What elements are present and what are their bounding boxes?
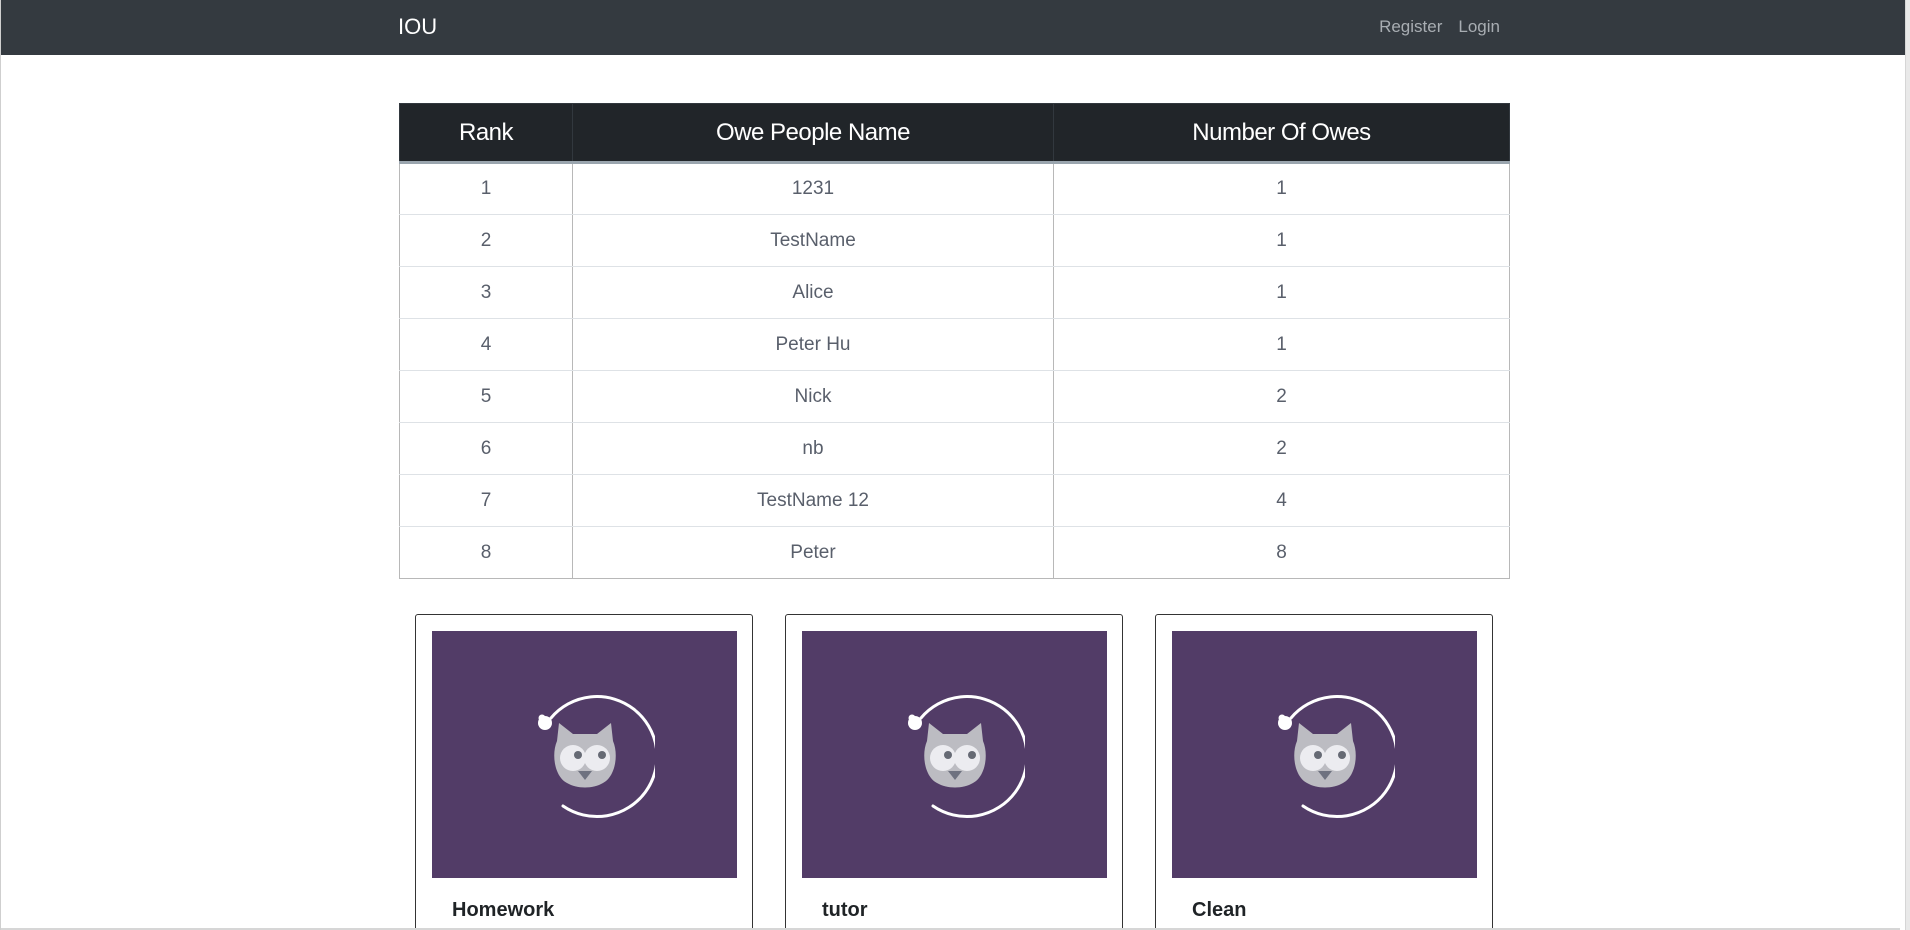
favor-card-tutor[interactable]: tutor [785, 614, 1123, 930]
owes-count-cell: 1 [1053, 318, 1510, 371]
rank-cell: 8 [399, 526, 573, 579]
owes-ranking-table: Rank Owe People Name Number Of Owes 1 12… [399, 103, 1510, 579]
rank-cell: 5 [399, 370, 573, 423]
table-row: 1 1231 1 [399, 162, 1510, 215]
table-header-row: Rank Owe People Name Number Of Owes [399, 103, 1510, 164]
favor-card-homework[interactable]: Homework [415, 614, 753, 930]
name-cell: Peter Hu [572, 318, 1054, 371]
navbar: IOU Register Login [1, 0, 1905, 55]
table-row: 6 nb 2 [399, 422, 1510, 475]
table-row: 3 Alice 1 [399, 266, 1510, 319]
table-row: 7 TestName 12 4 [399, 474, 1510, 527]
card-title: Homework [452, 899, 555, 921]
login-link[interactable]: Login [1458, 16, 1500, 38]
table-row: 2 TestName 1 [399, 214, 1510, 267]
cat-logo-icon [907, 694, 1025, 818]
card-image [432, 631, 737, 878]
register-link[interactable]: Register [1379, 16, 1442, 38]
nav-links: Register Login [1379, 16, 1500, 38]
page-content: IOU Register Login Rank Owe People Name … [0, 0, 1905, 930]
owes-count-cell: 4 [1053, 474, 1510, 527]
rank-cell: 2 [399, 214, 573, 267]
owes-count-cell: 1 [1053, 214, 1510, 267]
owes-count-cell: 8 [1053, 526, 1510, 579]
name-cell: 1231 [572, 162, 1054, 215]
owes-count-cell: 1 [1053, 162, 1510, 215]
rank-cell: 1 [399, 162, 573, 215]
browser-viewport: IOU Register Login Rank Owe People Name … [0, 0, 1910, 930]
rank-cell: 4 [399, 318, 573, 371]
owes-count-column-header: Number Of Owes [1053, 103, 1510, 164]
cat-logo-icon [1277, 694, 1395, 818]
name-column-header: Owe People Name [572, 103, 1054, 164]
table-row: 5 Nick 2 [399, 370, 1510, 423]
name-cell: TestName 12 [572, 474, 1054, 527]
rank-cell: 7 [399, 474, 573, 527]
owes-count-cell: 2 [1053, 370, 1510, 423]
table-row: 4 Peter Hu 1 [399, 318, 1510, 371]
name-cell: Peter [572, 526, 1054, 579]
owes-count-cell: 1 [1053, 266, 1510, 319]
favor-card-clean[interactable]: Clean [1155, 614, 1493, 930]
rank-cell: 3 [399, 266, 573, 319]
table-row: 8 Peter 8 [399, 526, 1510, 579]
cat-logo-icon [537, 694, 655, 818]
card-image [802, 631, 1107, 878]
card-title: tutor [822, 899, 868, 921]
name-cell: TestName [572, 214, 1054, 267]
name-cell: Nick [572, 370, 1054, 423]
rank-column-header: Rank [399, 103, 573, 164]
name-cell: nb [572, 422, 1054, 475]
vertical-scrollbar[interactable] [1905, 0, 1910, 930]
name-cell: Alice [572, 266, 1054, 319]
brand-logo-link[interactable]: IOU [398, 13, 437, 41]
owes-count-cell: 2 [1053, 422, 1510, 475]
rank-cell: 6 [399, 422, 573, 475]
card-image [1172, 631, 1477, 878]
card-title: Clean [1192, 899, 1247, 921]
